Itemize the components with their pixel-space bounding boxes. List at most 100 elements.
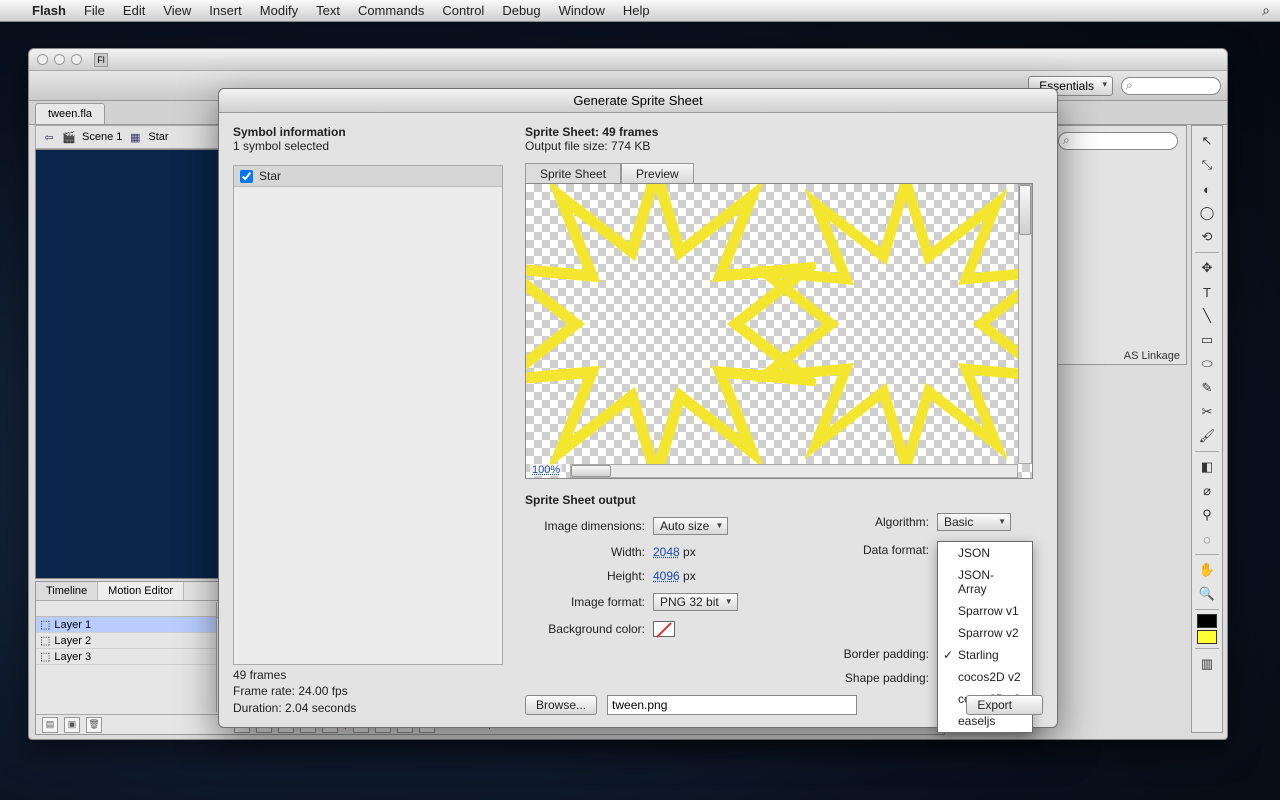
dfopt-sparrow-v1[interactable]: Sparrow v1 (938, 600, 1032, 622)
menubar-text[interactable]: Text (316, 3, 340, 18)
sheet-header: Sprite Sheet: 49 frames (525, 125, 658, 139)
window-zoom-icon[interactable] (71, 54, 82, 65)
snap-to-objects-icon[interactable]: ▥ (1196, 653, 1218, 675)
stats-fps: Frame rate: 24.00 fps (233, 683, 356, 700)
symbol-list-item[interactable]: Star (234, 166, 502, 187)
symbol-icon: ▦ (128, 130, 142, 144)
preview-vertical-scrollbar[interactable] (1018, 184, 1032, 464)
app-titlebar: Fl (29, 49, 1227, 71)
stroke-color-swatch[interactable] (1197, 614, 1217, 628)
tab-timeline[interactable]: Timeline (36, 582, 98, 600)
help-search-input[interactable] (1121, 77, 1221, 95)
output-filename-input[interactable] (607, 695, 857, 715)
menubar-debug[interactable]: Debug (502, 3, 540, 18)
height-value[interactable]: 4096 (653, 569, 680, 583)
subselection-tool-icon[interactable]: ⤡ (1196, 154, 1218, 176)
width-unit: px (683, 545, 696, 559)
hand-tool-icon[interactable]: ✋ (1196, 559, 1218, 581)
pencil-tool-icon[interactable]: ✎ (1196, 377, 1218, 399)
label-data-format: Data format: (819, 543, 929, 557)
linkage-column-header: AS Linkage (1124, 350, 1180, 362)
symbol-checkbox[interactable] (240, 170, 253, 183)
dfopt-json-array[interactable]: JSON-Array (938, 564, 1032, 600)
menubar-modify[interactable]: Modify (260, 3, 298, 18)
menubar-view[interactable]: View (163, 3, 191, 18)
dfopt-starling[interactable]: Starling (938, 644, 1032, 666)
label-width: Width: (525, 545, 645, 559)
eyedropper-tool-icon[interactable]: ⚲ (1196, 504, 1218, 526)
dfopt-sparrow-v2[interactable]: Sparrow v2 (938, 622, 1032, 644)
tools-panel: ↖ ⤡ ◐ ◯ ⟲ ✥ T ╲ ▭ ⬭ ✎ ✂ 🖌 ◧ ⌀ ⚲ ◌ ✋ 🔍 ▥ (1191, 125, 1223, 733)
width-value[interactable]: 2048 (653, 545, 680, 559)
document-tab[interactable]: tween.fla (35, 103, 105, 124)
menubar-window[interactable]: Window (559, 3, 605, 18)
brush-tool-icon[interactable]: ✂ (1196, 401, 1218, 423)
tab-sprite-sheet[interactable]: Sprite Sheet (525, 163, 621, 185)
library-search-input[interactable] (1058, 132, 1178, 150)
eraser-tool-icon[interactable]: ◌ (1196, 528, 1218, 550)
menubar-edit[interactable]: Edit (123, 3, 145, 18)
sprite-sheet-preview: 100% (525, 183, 1033, 479)
preview-horizontal-scrollbar[interactable] (570, 464, 1018, 478)
deco-tool-icon[interactable]: 🖌 (1196, 425, 1218, 447)
algorithm-dropdown[interactable]: Basic (937, 513, 1011, 531)
stats-duration: Duration: 2.04 seconds (233, 700, 356, 717)
zoom-tool-icon[interactable]: 🔍 (1196, 583, 1218, 605)
tab-preview[interactable]: Preview (621, 163, 694, 185)
layer-2-label: Layer 2 (54, 635, 91, 647)
label-image-format: Image format: (525, 595, 645, 609)
background-color-swatch[interactable] (653, 621, 675, 637)
scene-icon: 🎬 (62, 130, 76, 144)
lasso-tool-icon[interactable]: ⟲ (1196, 226, 1218, 248)
symbol-info-heading: Symbol information (233, 125, 346, 139)
menubar-help[interactable]: Help (623, 3, 650, 18)
3d-rotation-tool-icon[interactable]: ◯ (1196, 202, 1218, 224)
menubar-control[interactable]: Control (442, 3, 484, 18)
new-layer-button[interactable]: ▤ (42, 717, 58, 733)
rectangle-tool-icon[interactable]: ▭ (1196, 329, 1218, 351)
symbol-info-sub: 1 symbol selected (233, 139, 346, 153)
tab-motion-editor[interactable]: Motion Editor (98, 582, 184, 600)
paint-bucket-tool-icon[interactable]: ⌀ (1196, 480, 1218, 502)
new-folder-button[interactable]: ▣ (64, 717, 80, 733)
layer-1-label: Layer 1 (54, 619, 91, 631)
height-unit: px (683, 569, 696, 583)
preview-zoom[interactable]: 100% (530, 464, 562, 476)
stats-frames: 49 frames (233, 667, 356, 684)
menubar-app[interactable]: Flash (32, 3, 66, 18)
symbol-name[interactable]: Star (148, 131, 168, 143)
menubar-commands[interactable]: Commands (358, 3, 424, 18)
window-minimize-icon[interactable] (54, 54, 65, 65)
label-border-padding: Border padding: (819, 647, 929, 661)
library-panel: AS Linkage (1051, 125, 1187, 365)
label-shape-padding: Shape padding: (819, 671, 929, 685)
image-dimensions-dropdown[interactable]: Auto size (653, 517, 728, 535)
bone-tool-icon[interactable]: ◧ (1196, 456, 1218, 478)
export-button[interactable]: Export (966, 695, 1043, 715)
window-close-icon[interactable] (37, 54, 48, 65)
line-tool-icon[interactable]: ╲ (1196, 305, 1218, 327)
delete-layer-button[interactable]: 🗑 (86, 717, 102, 733)
scene-name[interactable]: Scene 1 (82, 131, 122, 143)
fill-color-swatch[interactable] (1197, 630, 1217, 644)
text-tool-icon[interactable]: T (1196, 281, 1218, 303)
oval-tool-icon[interactable]: ⬭ (1196, 353, 1218, 375)
menubar-file[interactable]: File (84, 3, 105, 18)
dfopt-json[interactable]: JSON (938, 542, 1032, 564)
label-height: Height: (525, 569, 645, 583)
free-transform-tool-icon[interactable]: ◐ (1196, 178, 1218, 200)
sheet-output-size: Output file size: 774 KB (525, 139, 650, 153)
browse-button[interactable]: Browse... (525, 695, 597, 715)
starburst-icon (756, 183, 1033, 474)
label-background-color: Background color: (525, 622, 645, 636)
selection-tool-icon[interactable]: ↖ (1196, 130, 1218, 152)
label-image-dimensions: Image dimensions: (525, 519, 645, 533)
dfopt-cocos2d-v2[interactable]: cocos2D v2 (938, 666, 1032, 688)
spotlight-icon[interactable]: ⌕ (1262, 2, 1270, 19)
pen-tool-icon[interactable]: ✥ (1196, 257, 1218, 279)
menubar-insert[interactable]: Insert (209, 3, 242, 18)
image-format-dropdown[interactable]: PNG 32 bit (653, 593, 738, 611)
back-icon[interactable]: ⇦ (42, 130, 56, 144)
generate-sprite-sheet-dialog: Generate Sprite Sheet Symbol information… (218, 88, 1058, 728)
label-algorithm: Algorithm: (819, 515, 929, 529)
